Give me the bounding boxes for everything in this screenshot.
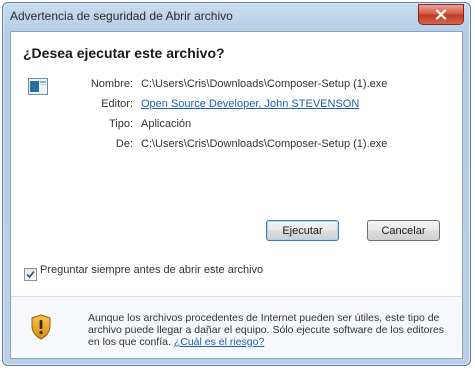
warning-text: Aunque los archivos procedentes de Inter… — [88, 312, 445, 348]
type-value: Aplicación — [141, 118, 192, 130]
window-title: Advertencia de seguridad de Abrir archiv… — [10, 9, 233, 23]
cancel-button[interactable]: Cancelar — [367, 220, 440, 241]
security-warning-dialog: Advertencia de seguridad de Abrir archiv… — [2, 2, 471, 366]
warning-message: Aunque los archivos procedentes de Inter… — [88, 312, 454, 348]
name-value: C:\Users\Cris\Downloads\Composer-Setup (… — [141, 78, 388, 90]
close-icon — [435, 9, 447, 20]
title-bar[interactable]: Advertencia de seguridad de Abrir archiv… — [3, 3, 470, 29]
type-label: Tipo: — [108, 118, 133, 130]
security-shield-warning-icon — [31, 314, 51, 340]
dialog-content: ¿Desea ejecutar este archivo? Nombre: C:… — [10, 31, 463, 359]
publisher-label: Editor: — [101, 98, 133, 110]
risk-info-link[interactable]: ¿Cuál es el riesgo? — [174, 336, 264, 348]
from-label: De: — [115, 138, 133, 150]
close-button[interactable] — [418, 4, 464, 25]
question-heading: ¿Desea ejecutar este archivo? — [23, 45, 225, 61]
application-file-icon — [28, 78, 48, 95]
from-value: C:\Users\Cris\Downloads\Composer-Setup (… — [141, 138, 388, 150]
name-label: Nombre: — [90, 78, 133, 90]
run-button[interactable]: Ejecutar — [266, 220, 339, 241]
publisher-link[interactable]: Open Source Developer, John STEVENSON — [141, 98, 359, 110]
always-ask-label[interactable]: Preguntar siempre antes de abrir este ar… — [40, 264, 300, 276]
always-ask-checkbox[interactable] — [24, 268, 37, 281]
checkmark-icon — [26, 270, 35, 279]
